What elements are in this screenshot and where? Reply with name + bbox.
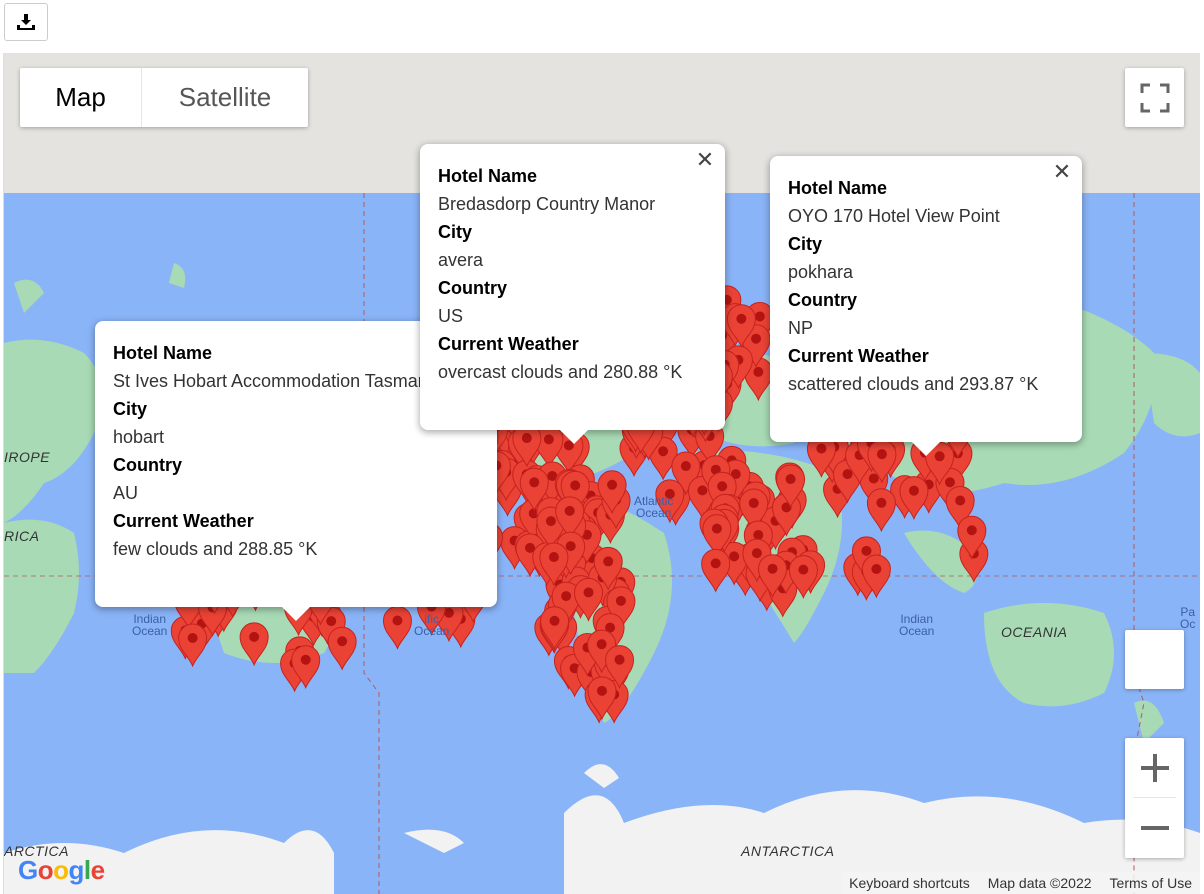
weather-label: Current Weather (788, 346, 929, 366)
city-value: hobart (113, 427, 165, 447)
map-marker[interactable] (327, 626, 357, 671)
country-value: US (438, 306, 464, 326)
country-label: Country (438, 278, 507, 298)
map-type-map-button[interactable]: Map (20, 68, 142, 127)
country-value: NP (788, 318, 814, 338)
map-canvas[interactable]: Indian Ocean ific Ocean Atlantic Ocean I… (3, 53, 1200, 894)
minus-icon (1140, 825, 1169, 830)
label-oceania: OCEANIA (1001, 624, 1068, 640)
download-button[interactable] (4, 3, 48, 41)
weather-value: overcast clouds and 280.88 °K (438, 362, 683, 382)
hotel-name-value: Bredasdorp Country Manor (438, 194, 656, 214)
label-africa: RICA (4, 528, 40, 544)
google-logo[interactable]: Google (18, 855, 105, 886)
fullscreen-button[interactable] (1125, 68, 1184, 127)
weather-label: Current Weather (438, 334, 579, 354)
info-window-pokhara: ✕ Hotel Name OYO 170 Hotel View Point Ci… (770, 156, 1082, 456)
info-window-tail (560, 430, 588, 444)
label-pacific-right: Pa Oc (1180, 605, 1196, 631)
info-window-avera: ✕ Hotel Name Bredasdorp Country Manor Ci… (420, 144, 725, 444)
map-data-text: Map data ©2022 (987, 875, 1092, 891)
map-type-satellite-button[interactable]: Satellite (142, 68, 308, 127)
plus-icon (1140, 753, 1169, 782)
label-indian-ocean-2: Indian Ocean (899, 612, 935, 638)
weather-value: scattered clouds and 293.87 °K (788, 374, 1039, 394)
close-icon[interactable]: ✕ (1050, 159, 1074, 184)
fullscreen-icon (1140, 83, 1169, 112)
label-antarctica: ANTARCTICA (741, 843, 835, 859)
country-value: AU (113, 483, 139, 503)
info-window-tail (912, 442, 940, 456)
label-europe: IROPE (4, 449, 51, 465)
country-label: Country (788, 290, 857, 310)
hotel-name-value: OYO 170 Hotel View Point (788, 206, 1000, 226)
label-atlantic-ocean: Atlantic Ocean (634, 494, 674, 520)
map-marker[interactable] (701, 548, 731, 593)
close-icon[interactable]: ✕ (693, 147, 717, 172)
city-label: City (438, 222, 473, 242)
map-marker[interactable] (382, 606, 412, 650)
city-value: avera (438, 250, 484, 270)
label-pacific-ocean: ific Ocean (414, 612, 450, 638)
hotel-name-label: Hotel Name (788, 178, 888, 198)
terms-link[interactable]: Terms of Use (1110, 875, 1192, 891)
map-marker[interactable] (239, 622, 269, 667)
street-view-button[interactable] (1125, 630, 1184, 689)
label-indian-ocean-1: Indian Ocean (132, 612, 168, 638)
map-marker[interactable] (866, 488, 896, 533)
map-type-control: Map Satellite (20, 68, 308, 127)
weather-label: Current Weather (113, 511, 254, 531)
download-icon (17, 14, 35, 30)
city-value: pokhara (788, 262, 854, 282)
country-label: Country (113, 455, 182, 475)
map-marker[interactable] (178, 623, 208, 668)
info-window-tail (282, 607, 310, 621)
city-label: City (788, 234, 823, 254)
zoom-out-button[interactable] (1125, 798, 1184, 857)
attribution-bar: Keyboard shortcuts Map data ©2022 Terms … (841, 872, 1200, 894)
zoom-in-button[interactable] (1125, 738, 1184, 797)
weather-value: few clouds and 288.85 °K (113, 539, 318, 559)
keyboard-shortcuts-link[interactable]: Keyboard shortcuts (849, 875, 970, 891)
hotel-name-value: St Ives Hobart Accommodation Tasmania (113, 371, 442, 391)
hotel-name-label: Hotel Name (438, 166, 538, 186)
zoom-control (1125, 738, 1184, 858)
